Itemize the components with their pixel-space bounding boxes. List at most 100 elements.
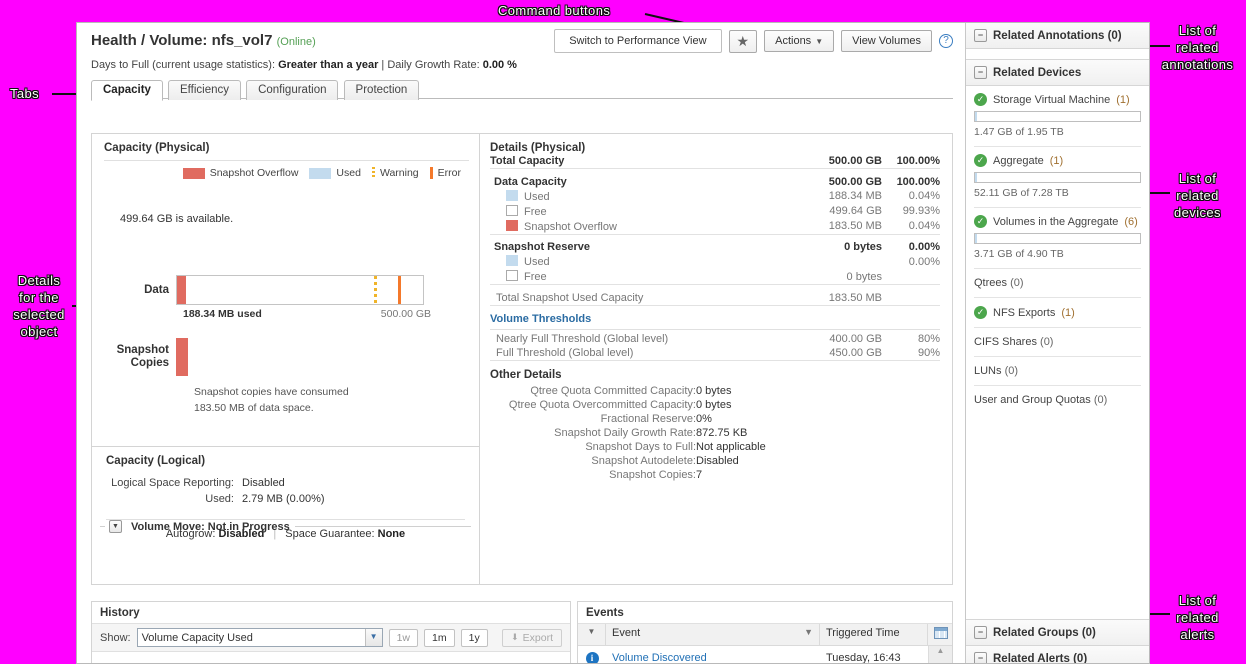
history-title: History — [100, 607, 140, 619]
scroll-up-icon[interactable]: ▲ — [937, 646, 945, 655]
capacity-physical-section: Capacity (Physical) Snapshot Overflow Us… — [92, 134, 480, 584]
command-buttons: Switch to Performance View ★ Actions ▼ Vi… — [554, 29, 953, 53]
snapshot-days-to-full-label: Snapshot Days to Full: — [585, 440, 696, 453]
capacity-legend: Snapshot Overflow Used Warning Error — [104, 167, 469, 179]
event-triggered-time: Tuesday, 16:43 — [826, 652, 901, 664]
event-severity-cell: i — [578, 651, 606, 663]
related-devices-header[interactable]: − Related Devices — [966, 60, 1149, 85]
snapshot-reserve-label: Snapshot Reserve — [494, 241, 590, 253]
related-alerts-header[interactable]: − Related Alerts (0) — [966, 646, 1149, 664]
application-window: Health / Volume: nfs_vol7 (Online) Switc… — [76, 22, 1150, 664]
filter-icon[interactable]: ▼ — [804, 627, 813, 642]
chevron-down-icon[interactable]: ▼ — [364, 629, 382, 646]
legend-swatch-warning — [371, 167, 375, 179]
page-header: Health / Volume: nfs_vol7 (Online) Switc… — [77, 23, 967, 71]
events-column-triggered-time[interactable]: Triggered Time — [820, 624, 928, 645]
related-alerts-title: Related Alerts (0) — [993, 652, 1088, 664]
related-groups-section: − Related Groups (0) — [966, 620, 1149, 646]
sidebar-filler — [966, 414, 1149, 620]
anno-related-annotations: List of related annotations — [1161, 23, 1234, 72]
list-item[interactable]: LUNs (0) — [974, 357, 1141, 386]
device-usage-bar — [974, 233, 1141, 244]
chip-snapshot-overflow-icon — [506, 219, 518, 231]
list-item[interactable]: Qtrees (0) — [974, 269, 1141, 298]
device-label: NFS Exports — [993, 306, 1056, 319]
snapshot-autodelete-label: Snapshot Autodelete: — [591, 454, 696, 467]
collapse-icon[interactable]: − — [974, 66, 987, 79]
related-annotations-header[interactable]: − Related Annotations (0) — [966, 23, 1149, 48]
events-column-event[interactable]: Event ▼ — [606, 624, 820, 645]
logical-used-label: Used: — [205, 493, 234, 505]
total-snapshot-used-row: Total Snapshot Used Capacity 183.50 MB — [490, 291, 940, 306]
event-name-link[interactable]: Volume Discovered — [606, 652, 820, 663]
device-usage-text: 52.11 GB of 7.28 TB — [974, 187, 1069, 199]
switch-to-performance-view-button[interactable]: Switch to Performance View — [554, 29, 722, 53]
page-title: Health / Volume: nfs_vol7 (Online) — [91, 32, 316, 49]
snapshot-reserve-pct: 0.00% — [908, 241, 940, 253]
list-item[interactable]: User and Group Quotas (0) — [974, 386, 1141, 414]
list-item[interactable]: ✓ NFS Exports (1) — [974, 298, 1141, 328]
volume-move-expander-icon[interactable]: ▼ — [109, 520, 122, 533]
device-count: (0) — [1004, 365, 1019, 377]
actions-dropdown-button[interactable]: Actions ▼ — [764, 30, 835, 52]
tab-efficiency[interactable]: Efficiency — [168, 80, 242, 100]
range-button-1y[interactable]: 1y — [460, 628, 488, 647]
full-threshold-pct: 90% — [917, 347, 940, 359]
range-button-1w[interactable]: 1w — [388, 628, 419, 647]
device-label: Qtrees — [974, 277, 1008, 289]
download-icon: ⬇ — [511, 632, 519, 642]
snapshot-note-line1: Snapshot copies have consumed — [194, 386, 349, 398]
collapse-icon[interactable]: − — [974, 29, 987, 42]
snapshot-days-to-full-value: Not applicable — [696, 440, 766, 453]
list-item[interactable]: ✓ Storage Virtual Machine (1) 1.47 GB of… — [974, 86, 1141, 147]
tab-configuration[interactable]: Configuration — [246, 80, 339, 100]
related-groups-header[interactable]: − Related Groups (0) — [966, 620, 1149, 645]
page-title-text: Health / Volume: nfs_vol7 — [91, 32, 273, 49]
legend-swatch-error — [429, 167, 433, 179]
tab-protection[interactable]: Protection — [343, 80, 420, 100]
list-item[interactable]: CIFS Shares (0) — [974, 328, 1141, 357]
volume-thresholds-title: Volume Thresholds — [490, 313, 592, 325]
view-volumes-button[interactable]: View Volumes — [841, 30, 932, 52]
table-row[interactable]: i Volume Discovered Tuesday, 16:43 ▲ — [578, 646, 952, 664]
tab-capacity[interactable]: Capacity — [91, 80, 163, 101]
events-sort-toggle[interactable]: ▼ — [578, 624, 606, 645]
range-button-1m[interactable]: 1m — [424, 628, 455, 647]
collapse-icon[interactable]: − — [974, 626, 987, 639]
divider — [294, 526, 471, 527]
events-grid-settings-button[interactable] — [928, 624, 952, 645]
related-annotations-section: − Related Annotations (0) — [966, 23, 1149, 49]
anno-related-devices: List of related devices — [1174, 171, 1221, 220]
help-icon[interactable]: ? — [939, 34, 953, 48]
logical-used-value: 2.79 MB (0.00%) — [242, 493, 325, 505]
total-capacity-row: Total Capacity 500.00 GB 100.00% — [490, 154, 940, 169]
export-button[interactable]: ⬇ Export — [502, 628, 562, 647]
days-to-full-label: Days to Full (current usage statistics): — [91, 59, 276, 71]
reserve-used-value — [794, 254, 882, 269]
list-item[interactable]: ✓ Volumes in the Aggregate (6) 3.71 GB o… — [974, 208, 1141, 269]
daily-growth-label: Daily Growth Rate: — [387, 59, 480, 71]
favorite-star-button[interactable]: ★ — [728, 29, 758, 53]
events-scrollbar[interactable]: ▲ — [928, 646, 952, 663]
qtree-quota-committed-label: Qtree Quota Committed Capacity: — [530, 384, 696, 397]
related-alerts-section: − Related Alerts (0) — [966, 646, 1149, 664]
data-bar-label: Data — [144, 283, 169, 296]
volume-move-label: Volume Move: Not in Progress — [131, 520, 290, 533]
qtree-quota-overcommitted-value: 0 bytes — [696, 398, 732, 411]
other-details-title: Other Details — [490, 368, 562, 381]
history-metric-selected-value: Volume Capacity Used — [141, 631, 253, 644]
device-label: LUNs — [974, 365, 1002, 377]
table-row: Qtree Quota Overcommitted Capacity: 0 by… — [490, 398, 940, 412]
total-capacity-value: 500.00 GB — [828, 155, 882, 167]
device-label: Storage Virtual Machine — [993, 93, 1111, 106]
chip-used-icon — [506, 189, 518, 201]
data-bar-total-caption: 500.00 GB — [380, 308, 431, 320]
snapshot-copies-value[interactable]: 7 — [696, 468, 940, 482]
history-metric-select[interactable]: Volume Capacity Used ▼ — [136, 628, 383, 647]
snapshot-copies-bar-row: Snapshot Copies — [104, 338, 469, 376]
anno-tabs: Tabs — [10, 86, 40, 101]
fractional-reserve-label: Fractional Reserve: — [600, 412, 696, 425]
list-item[interactable]: ✓ Aggregate (1) 52.11 GB of 7.28 TB — [974, 147, 1141, 208]
snapshot-note: Snapshot copies have consumed 183.50 MB … — [194, 384, 469, 416]
collapse-icon[interactable]: − — [974, 652, 987, 663]
